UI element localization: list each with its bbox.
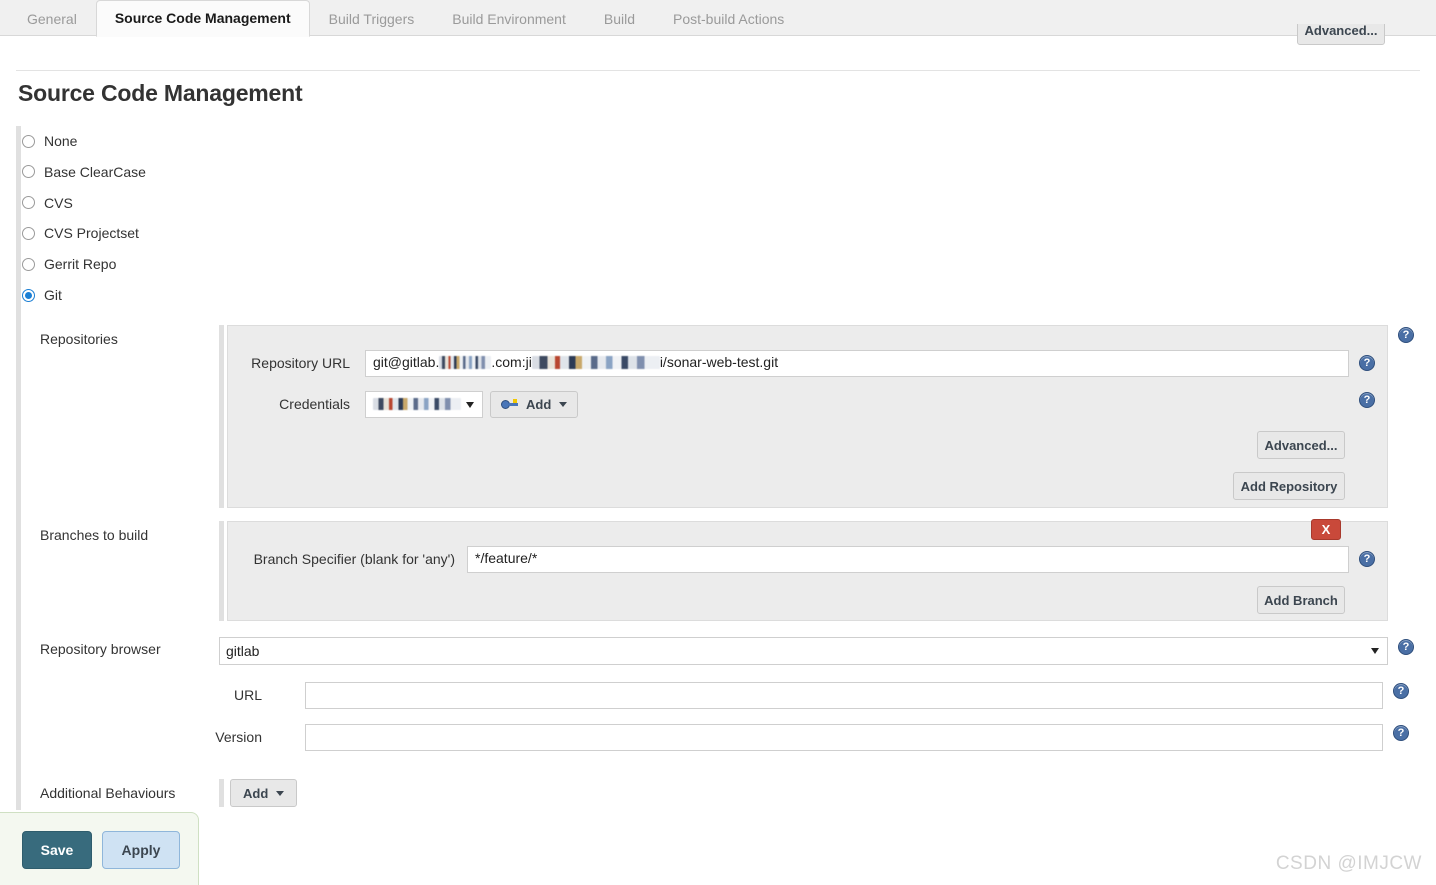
browser-version-input[interactable]: [305, 724, 1383, 751]
key-icon: [501, 399, 518, 411]
apply-button[interactable]: Apply: [102, 831, 180, 869]
previous-section-advanced-button-clipped: Advanced...: [1297, 24, 1385, 52]
radio-base-clearcase[interactable]: [22, 165, 35, 178]
scm-option-cvs-projectset[interactable]: CVS Projectset: [22, 223, 139, 243]
radio-cvs-projectset[interactable]: [22, 227, 35, 240]
repository-url-input[interactable]: git@gitlab. .com:ji i/sonar-web-test.git: [365, 350, 1349, 377]
radio-none[interactable]: [22, 135, 35, 148]
repository-url-help-icon[interactable]: [1359, 355, 1375, 371]
repository-advanced-button[interactable]: Advanced...: [1257, 431, 1345, 459]
form-left-guide-bar: [16, 126, 21, 810]
scm-option-label: None: [44, 133, 77, 149]
tab-source-code-management[interactable]: Source Code Management: [96, 0, 310, 37]
repository-url-prefix: git@gitlab.: [373, 354, 439, 370]
scm-option-label: CVS: [44, 195, 73, 211]
browser-version-help-icon[interactable]: [1393, 725, 1409, 741]
additional-behaviours-section-label: Additional Behaviours: [40, 785, 175, 802]
tab-build-environment[interactable]: Build Environment: [433, 1, 585, 37]
credentials-select-wrapper[interactable]: [365, 391, 483, 418]
repository-browser-select[interactable]: gitlab: [219, 637, 1388, 665]
repository-url-suffix: i/sonar-web-test.git: [660, 354, 778, 370]
section-divider: [16, 70, 1420, 71]
scm-option-none[interactable]: None: [22, 131, 77, 151]
jenkins-job-config-page: GeneralSource Code ManagementBuild Trigg…: [0, 0, 1436, 885]
repository-url-label: Repository URL: [160, 355, 350, 372]
floating-action-bar: Save Apply: [0, 812, 199, 885]
tab-post-build-actions[interactable]: Post-build Actions: [654, 1, 803, 37]
delete-branch-button[interactable]: X: [1311, 519, 1341, 540]
add-behaviour-label: Add: [243, 786, 268, 801]
radio-git[interactable]: [22, 289, 35, 302]
scm-option-base-clearcase[interactable]: Base ClearCase: [22, 162, 146, 182]
browser-version-label: Version: [150, 729, 262, 746]
config-tab-bar: GeneralSource Code ManagementBuild Trigg…: [0, 0, 1436, 36]
caret-down-icon: [276, 791, 284, 796]
add-behaviour-button[interactable]: Add: [230, 779, 297, 807]
branch-specifier-input[interactable]: */feature/*: [467, 546, 1349, 573]
scm-option-label: Git: [44, 287, 62, 303]
radio-gerrit-repo[interactable]: [22, 258, 35, 271]
repository-browser-section-label: Repository browser: [40, 641, 161, 658]
scm-option-label: Gerrit Repo: [44, 256, 116, 272]
add-credentials-button[interactable]: Add: [490, 391, 578, 418]
repository-browser-select-wrapper[interactable]: gitlab: [219, 637, 1388, 665]
page-title: Source Code Management: [18, 80, 302, 107]
scm-option-gerrit-repo[interactable]: Gerrit Repo: [22, 254, 116, 274]
repositories-section-label: Repositories: [40, 331, 118, 348]
branches-panel-stripe: [219, 521, 224, 621]
repositories-panel-stripe: [219, 325, 224, 508]
credentials-help-icon[interactable]: [1359, 392, 1375, 408]
tab-build[interactable]: Build: [585, 1, 654, 37]
credentials-select[interactable]: [365, 391, 483, 418]
repository-url-redacted-group: [532, 356, 660, 369]
add-branch-button[interactable]: Add Branch: [1257, 586, 1345, 614]
repositories-section-help-icon[interactable]: [1398, 327, 1414, 343]
repository-browser-help-icon[interactable]: [1398, 639, 1414, 655]
credentials-label: Credentials: [160, 396, 350, 413]
add-credentials-label: Add: [526, 397, 551, 412]
repository-url-redacted-host: [439, 356, 491, 369]
scm-option-label: CVS Projectset: [44, 225, 139, 241]
config-tabs: GeneralSource Code ManagementBuild Trigg…: [0, 0, 1436, 36]
repository-url-mid: .com:ji: [491, 354, 531, 370]
tab-build-triggers[interactable]: Build Triggers: [310, 1, 434, 37]
scm-option-cvs[interactable]: CVS: [22, 193, 73, 213]
additional-behaviours-stripe: [219, 779, 224, 807]
browser-url-label: URL: [150, 687, 262, 704]
add-repository-button[interactable]: Add Repository: [1233, 472, 1345, 500]
branch-specifier-help-icon[interactable]: [1359, 551, 1375, 567]
branches-section-label: Branches to build: [40, 527, 148, 544]
save-button[interactable]: Save: [22, 831, 92, 869]
scm-option-label: Base ClearCase: [44, 164, 146, 180]
radio-cvs[interactable]: [22, 196, 35, 209]
browser-url-help-icon[interactable]: [1393, 683, 1409, 699]
caret-down-icon: [559, 402, 567, 407]
advanced-button-top[interactable]: Advanced...: [1297, 24, 1385, 45]
browser-url-input[interactable]: [305, 682, 1383, 709]
scm-option-git[interactable]: Git: [22, 285, 62, 305]
tab-general[interactable]: General: [8, 1, 96, 37]
watermark: CSDN @IMJCW: [1276, 853, 1422, 875]
branch-specifier-label: Branch Specifier (blank for 'any'): [160, 551, 455, 568]
